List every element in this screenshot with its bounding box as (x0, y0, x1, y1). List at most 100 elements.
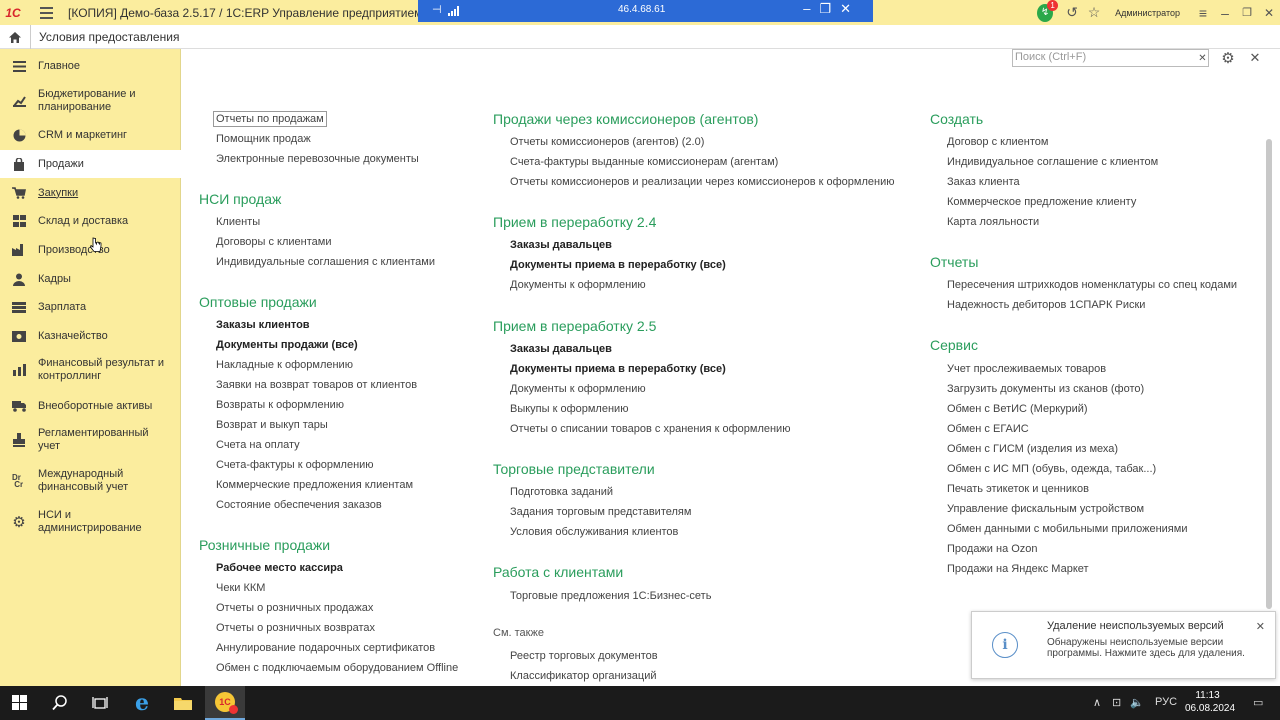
link-org-classifier[interactable]: Классификатор организаций (510, 670, 657, 682)
link-rep-tasks[interactable]: Задания торговым представителям (510, 506, 691, 518)
link-task-preparation[interactable]: Подготовка заданий (510, 486, 613, 498)
sidebar-item-crm[interactable]: CRM и маркетинг (0, 123, 181, 147)
notification-popup[interactable]: i Удаление неиспользуемых версий Обнаруж… (971, 611, 1276, 679)
link-tax-invoices-pending[interactable]: Счета-фактуры к оформлению (216, 459, 374, 471)
search-icon[interactable] (40, 686, 80, 720)
link-agent-invoices[interactable]: Счета-фактуры выданные комиссионерам (аг… (510, 156, 778, 168)
sidebar-item-treasury[interactable]: Казначейство (0, 324, 181, 348)
link-processing-docs-25[interactable]: Документы приема в переработку (все) (510, 363, 726, 375)
notification-bell-icon[interactable]: ↯ 1 (1037, 0, 1059, 22)
link-payment-invoices[interactable]: Счета на оплату (216, 439, 300, 451)
restore-icon[interactable]: ❐ (819, 1, 831, 17)
main-menu-icon[interactable] (36, 0, 56, 25)
link-return-requests[interactable]: Заявки на возврат товаров от клиентов (216, 379, 417, 391)
link-retail-returns-reports[interactable]: Отчеты о розничных возвратах (216, 622, 375, 634)
link-sales-reports[interactable]: Отчеты по продажам (213, 111, 327, 127)
link-gift-cert-cancel[interactable]: Аннулирование подарочных сертификатов (216, 642, 435, 654)
link-buyouts-pending[interactable]: Выкупы к оформлению (510, 403, 628, 415)
link-container-return[interactable]: Возврат и выкуп тары (216, 419, 328, 431)
task-view-icon[interactable] (80, 686, 120, 720)
link-offline-equipment[interactable]: Обмен с подключаемым оборудованием Offli… (216, 662, 458, 674)
link-invoices-pending[interactable]: Накладные к оформлению (216, 359, 353, 371)
window-close-icon[interactable]: ✕ (1258, 0, 1280, 25)
link-create-agreement[interactable]: Индивидуальное соглашение с клиентом (947, 156, 1158, 168)
history-icon[interactable]: ↺ (1061, 0, 1083, 25)
sidebar-item-main[interactable]: Главное (0, 54, 181, 78)
sidebar-item-salary[interactable]: Зарплата (0, 295, 181, 319)
pin-icon[interactable]: ⊣ (432, 3, 442, 16)
search-input[interactable]: Поиск (Ctrl+F) (1012, 49, 1209, 67)
link-storage-writeoff[interactable]: Отчеты о списании товаров с хранения к о… (510, 423, 790, 435)
link-cashier-workplace[interactable]: Рабочее место кассира (216, 562, 343, 574)
ie-browser-icon[interactable]: e (122, 686, 162, 720)
close-panel-icon[interactable]: ✕ (1249, 49, 1261, 67)
favorites-icon[interactable]: ☆ (1083, 0, 1105, 25)
link-debtor-reliability[interactable]: Надежность дебиторов 1СПАРК Риски (947, 299, 1145, 311)
link-client-orders[interactable]: Заказы клиентов (216, 319, 310, 331)
link-create-offer[interactable]: Коммерческое предложение клиенту (947, 196, 1136, 208)
link-e-waybills[interactable]: Электронные перевозочные документы (216, 153, 419, 165)
system-clock[interactable]: 11:13 06.08.2024 (1185, 689, 1235, 715)
minimize-icon[interactable]: – (803, 1, 810, 17)
windows-start-icon[interactable] (0, 686, 40, 720)
home-icon[interactable] (0, 25, 30, 49)
link-sales-documents[interactable]: Документы продажи (все) (216, 339, 358, 351)
link-trade-docs-registry[interactable]: Реестр торговых документов (510, 650, 658, 662)
sidebar-item-sales[interactable]: Продажи (0, 150, 181, 178)
link-agent-reports[interactable]: Отчеты комиссионеров (агентов) (2.0) (510, 136, 704, 148)
link-label-printing[interactable]: Печать этикеток и ценников (947, 483, 1089, 495)
link-ismp-exchange[interactable]: Обмен с ИС МП (обувь, одежда, табак...) (947, 463, 1156, 475)
link-service-conditions[interactable]: Условия обслуживания клиентов (510, 526, 678, 538)
tab-current[interactable]: Условия предоставления скидок (30, 25, 182, 49)
link-fiscal-device[interactable]: Управление фискальным устройством (947, 503, 1144, 515)
sidebar-item-finance[interactable]: Финансовый результат и контроллинг (0, 355, 181, 385)
link-vetis-exchange[interactable]: Обмен с ВетИС (Меркурий) (947, 403, 1088, 415)
link-load-scans[interactable]: Загрузить документы из сканов (фото) (947, 383, 1144, 395)
sidebar-item-regulated[interactable]: Регламентированный учет (0, 425, 181, 455)
volume-icon[interactable]: 🔈 (1130, 696, 1144, 709)
clear-search-icon[interactable]: ✕ (1196, 49, 1209, 67)
link-create-order[interactable]: Заказ клиента (947, 176, 1020, 188)
link-retail-sales-reports[interactable]: Отчеты о розничных продажах (216, 602, 373, 614)
link-business-network-offers[interactable]: Торговые предложения 1С:Бизнес-сеть (510, 590, 711, 602)
sidebar-item-budgeting[interactable]: Бюджетирование и планирование (0, 87, 181, 115)
sidebar-item-warehouse[interactable]: Склад и доставка (0, 209, 181, 233)
link-yandex-market-sales[interactable]: Продажи на Яндекс Маркет (947, 563, 1089, 575)
notification-close-icon[interactable]: ✕ (1256, 620, 1265, 633)
link-kkm-receipts[interactable]: Чеки ККМ (216, 582, 265, 594)
link-processing-docs-24[interactable]: Документы приема в переработку (все) (510, 259, 726, 271)
link-gism-exchange[interactable]: Обмен с ГИСМ (изделия из меха) (947, 443, 1118, 455)
link-egais-exchange[interactable]: Обмен с ЕГАИС (947, 423, 1029, 435)
link-barcode-intersections[interactable]: Пересечения штрихкодов номенклатуры со с… (947, 279, 1237, 291)
network-icon[interactable]: ⊡ (1112, 696, 1121, 709)
link-individual-agreements[interactable]: Индивидуальные соглашения с клиентами (216, 256, 435, 268)
link-ozon-sales[interactable]: Продажи на Ozon (947, 543, 1038, 555)
link-order-provision[interactable]: Состояние обеспечения заказов (216, 499, 382, 511)
window-minimize-icon[interactable]: – (1214, 0, 1236, 25)
link-create-loyalty-card[interactable]: Карта лояльности (947, 216, 1039, 228)
sidebar-item-assets[interactable]: Внеоборотные активы (0, 394, 181, 418)
language-indicator[interactable]: РУС (1155, 696, 1177, 708)
link-returns-pending[interactable]: Возвраты к оформлению (216, 399, 344, 411)
link-traceable-goods[interactable]: Учет прослеживаемых товаров (947, 363, 1106, 375)
scrollbar[interactable] (1266, 139, 1272, 609)
app-1c-taskbar-icon[interactable]: 1C (205, 686, 245, 720)
action-center-icon[interactable]: ▭ (1253, 696, 1263, 709)
sidebar-item-admin[interactable]: ⚙ НСИ и администрирование (0, 507, 181, 537)
window-restore-icon[interactable]: ❐ (1236, 0, 1258, 25)
link-tolling-orders-24[interactable]: Заказы давальцев (510, 239, 612, 251)
tray-chevron-icon[interactable]: ∧ (1093, 696, 1101, 709)
link-mobile-exchange[interactable]: Обмен данными с мобильными приложениями (947, 523, 1187, 535)
sidebar-item-ifrs[interactable]: Dr Cr Международный финансовый учет (0, 466, 181, 496)
link-docs-pending-24[interactable]: Документы к оформлению (510, 279, 646, 291)
link-agent-sales-pending[interactable]: Отчеты комиссионеров и реализации через … (510, 176, 894, 188)
link-commercial-offers[interactable]: Коммерческие предложения клиентам (216, 479, 413, 491)
panel-settings-icon[interactable]: ⚙ (1221, 49, 1235, 67)
sidebar-item-purchases[interactable]: Закупки (0, 181, 181, 205)
settings-menu-icon[interactable]: ≡ (1192, 0, 1214, 25)
link-sales-assistant[interactable]: Помощник продаж (216, 133, 311, 145)
user-name[interactable]: Администратор (1115, 8, 1180, 18)
link-tolling-orders-25[interactable]: Заказы давальцев (510, 343, 612, 355)
close-icon[interactable]: ✕ (840, 1, 851, 17)
link-docs-pending-25[interactable]: Документы к оформлению (510, 383, 646, 395)
